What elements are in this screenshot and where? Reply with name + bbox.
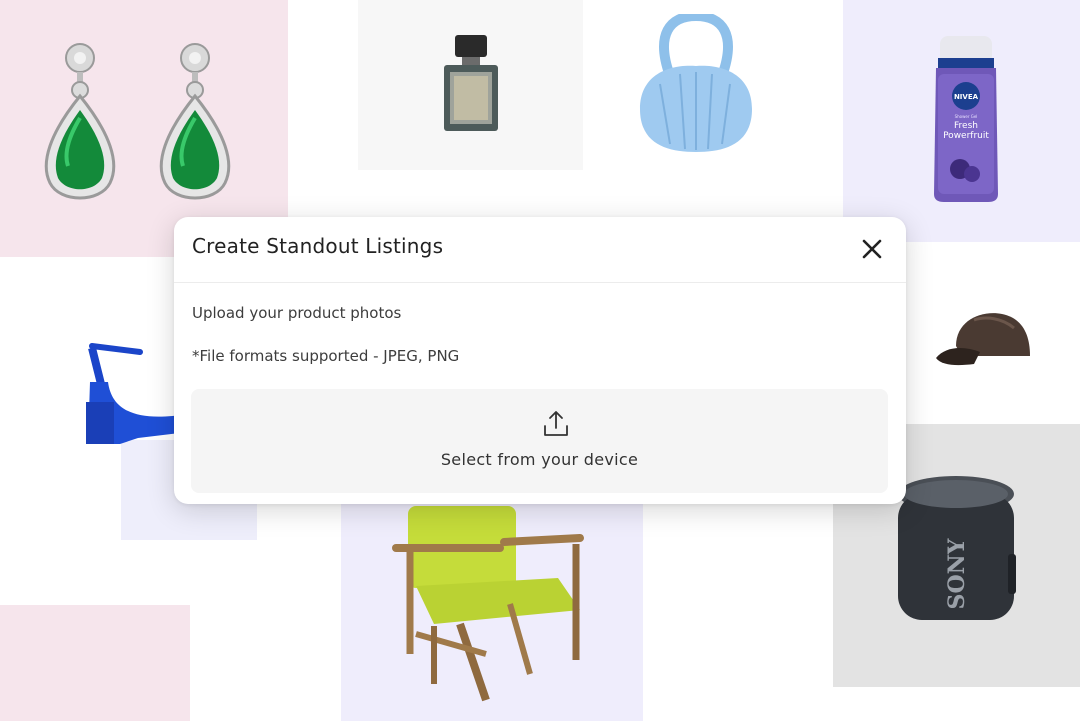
upload-dropzone[interactable]: Select from your device	[191, 389, 888, 493]
modal-title: Create Standout Listings	[192, 234, 444, 258]
perfume-image	[444, 35, 498, 131]
close-icon	[862, 239, 882, 259]
chair-image	[392, 506, 584, 702]
bg-tile-pink-bottom-left	[0, 605, 190, 721]
select-from-device-label: Select from your device	[440, 450, 639, 469]
bottle-name-line2: Powerfruit	[943, 131, 989, 141]
shoe-image	[86, 343, 188, 444]
cap-image	[936, 313, 1030, 366]
shower-gel-image: NIVEA Shower Gel Fresh Powerfruit	[934, 36, 998, 202]
speaker-image: SONY	[898, 476, 1016, 620]
create-listing-modal: Create Standout Listings Upload your pro…	[174, 217, 906, 504]
earrings-image	[44, 42, 231, 200]
bottle-subtitle-text: Shower Gel	[955, 114, 978, 119]
handbag-image	[640, 14, 752, 152]
close-button[interactable]	[860, 237, 884, 261]
upload-icon	[544, 411, 568, 436]
bottle-name-line1: Fresh	[954, 121, 978, 131]
upload-instructions: Upload your product photos	[192, 304, 402, 322]
bottle-brand-text: NIVEA	[954, 93, 979, 101]
file-formats-note: *File formats supported - JPEG, PNG	[192, 347, 460, 365]
speaker-brand-text: SONY	[944, 538, 970, 609]
modal-header: Create Standout Listings	[174, 217, 906, 283]
